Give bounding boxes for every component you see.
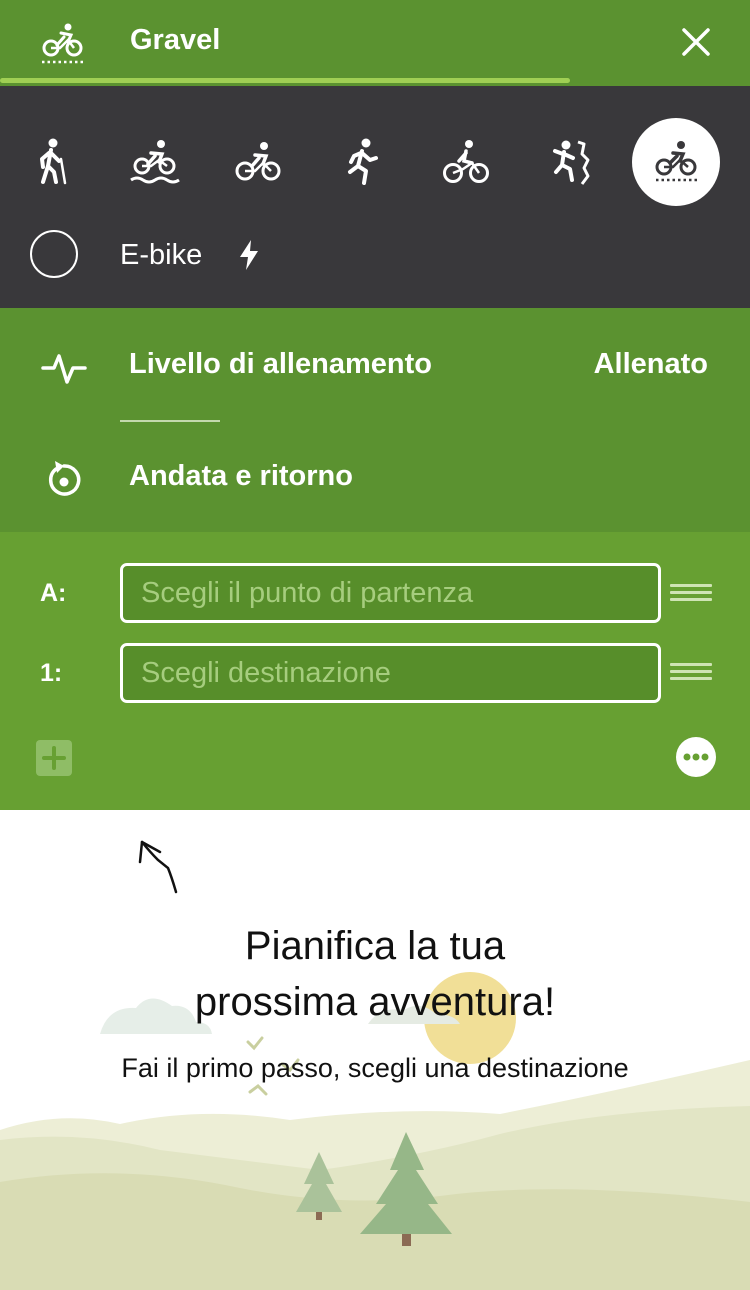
sport-mountaineering-button[interactable]: [526, 118, 614, 206]
close-icon[interactable]: [676, 22, 716, 62]
plus-icon: [42, 746, 66, 770]
sport-road-bike-button[interactable]: [214, 118, 302, 206]
destination-input[interactable]: [120, 643, 661, 703]
pulse-icon: [41, 354, 87, 384]
ebike-radio[interactable]: [30, 230, 78, 278]
progress-bar: [0, 78, 570, 83]
hiking-icon: [40, 138, 67, 185]
sport-gravel-button[interactable]: [632, 118, 720, 206]
mountaineering-icon: [553, 140, 590, 185]
empty-state-subtitle: Fai il primo passo, scegli una destinazi…: [121, 1053, 629, 1083]
fitness-level-value: Allenato: [593, 348, 708, 380]
add-waypoint-button[interactable]: [36, 740, 72, 776]
start-point-input[interactable]: [120, 563, 661, 623]
waypoints-panel: A: 1:: [0, 532, 750, 810]
round-trip-icon: [48, 461, 81, 496]
empty-state-title-line1: Pianifica la tua: [244, 924, 506, 968]
page-title: Gravel: [130, 24, 221, 56]
sport-mtb-button[interactable]: [422, 118, 510, 206]
bike-touring-icon: [130, 140, 180, 184]
route-options: Livello di allenamento Allenato Andata e…: [0, 308, 750, 532]
sport-hiking-button[interactable]: [8, 118, 96, 206]
running-icon: [348, 138, 378, 185]
more-options-button[interactable]: [676, 737, 716, 777]
road-bike-icon: [235, 142, 281, 181]
sport-selector: E-bike: [0, 86, 750, 308]
waypoint-destination-label: 1:: [40, 659, 63, 687]
lightning-icon: [240, 240, 258, 270]
ebike-label: E-bike: [120, 239, 203, 271]
round-trip-row[interactable]: Andata e ritorno: [0, 426, 750, 526]
divider: [120, 420, 220, 422]
fitness-level-row[interactable]: Livello di allenamento Allenato: [0, 314, 750, 414]
more-icon: [683, 753, 709, 761]
gravel-bike-icon: [42, 23, 84, 64]
fitness-level-label: Livello di allenamento: [129, 348, 432, 380]
round-trip-label: Andata e ritorno: [129, 460, 353, 492]
empty-state-title: Pianifica la tua prossima avventura!: [0, 918, 750, 1030]
drag-handle[interactable]: [670, 584, 712, 602]
header: Gravel: [0, 0, 750, 86]
drag-handle[interactable]: [670, 663, 712, 681]
mtb-icon: [443, 140, 489, 183]
gravel-bike-icon: [655, 141, 697, 182]
sport-bike-touring-button[interactable]: [111, 118, 199, 206]
sport-running-button[interactable]: [318, 118, 406, 206]
empty-state-title-line2: prossima avventura!: [194, 980, 556, 1024]
waypoint-start-label: A:: [40, 579, 67, 607]
